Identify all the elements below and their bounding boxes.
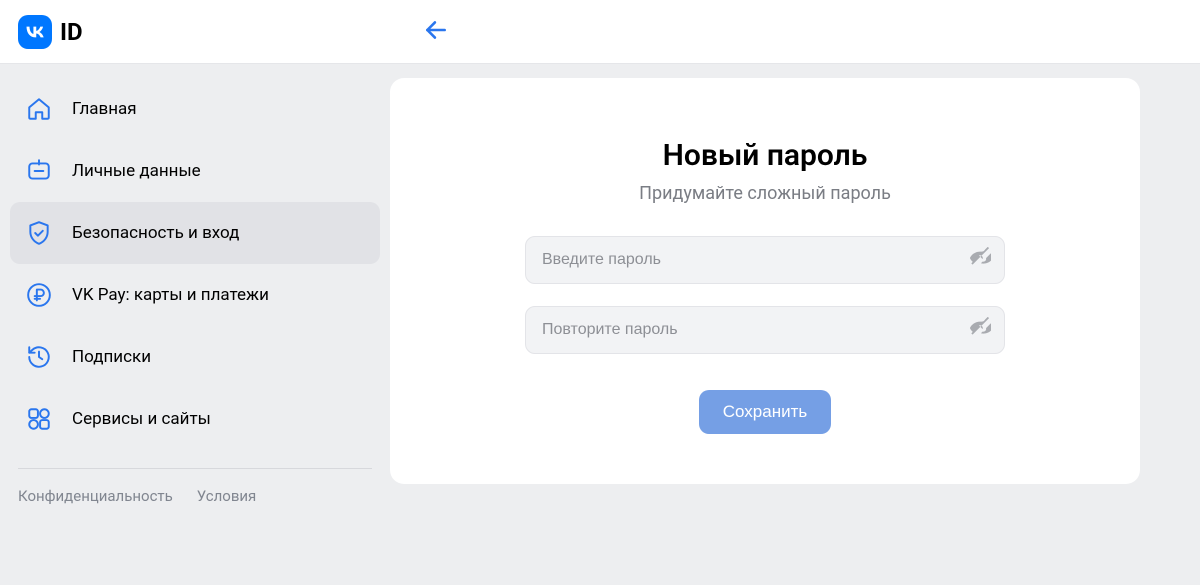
- sidebar-item-label: VK Pay: карты и платежи: [72, 285, 269, 305]
- sidebar-item-security[interactable]: Безопасность и вход: [10, 202, 380, 264]
- home-icon: [26, 96, 52, 122]
- shield-icon: [26, 220, 52, 246]
- card-title: Новый пароль: [663, 138, 868, 173]
- card-subtitle: Придумайте сложный пароль: [639, 183, 891, 204]
- content: Главная Личные данные Безопасность и вхо…: [0, 64, 1200, 585]
- sidebar: Главная Личные данные Безопасность и вхо…: [0, 78, 390, 585]
- save-button[interactable]: Сохранить: [699, 390, 831, 434]
- back-button[interactable]: [423, 17, 449, 47]
- logo-text: ID: [60, 18, 83, 46]
- logo[interactable]: ID: [18, 15, 83, 49]
- main-panel: Новый пароль Придумайте сложный пароль С…: [390, 78, 1200, 585]
- sidebar-item-label: Личные данные: [72, 161, 201, 181]
- id-card-icon: [26, 158, 52, 184]
- sidebar-item-services[interactable]: Сервисы и сайты: [10, 388, 380, 450]
- repeat-password-input[interactable]: [525, 306, 1005, 354]
- sidebar-item-vkpay[interactable]: VK Pay: карты и платежи: [10, 264, 380, 326]
- apps-icon: [26, 406, 52, 432]
- password-input-wrap: [525, 236, 1005, 284]
- eye-off-icon[interactable]: [969, 317, 991, 343]
- privacy-link[interactable]: Конфиденциальность: [18, 487, 173, 505]
- eye-off-icon[interactable]: [969, 247, 991, 273]
- sidebar-item-label: Подписки: [72, 347, 151, 367]
- vk-logo-icon: [18, 15, 52, 49]
- terms-link[interactable]: Условия: [197, 487, 257, 505]
- clock-icon: [26, 344, 52, 370]
- password-input[interactable]: [525, 236, 1005, 284]
- header: ID: [0, 0, 1200, 64]
- sidebar-item-label: Главная: [72, 99, 137, 119]
- sidebar-item-subscriptions[interactable]: Подписки: [10, 326, 380, 388]
- ruble-icon: [26, 282, 52, 308]
- sidebar-item-label: Сервисы и сайты: [72, 409, 211, 429]
- sidebar-item-personal[interactable]: Личные данные: [10, 140, 380, 202]
- password-card: Новый пароль Придумайте сложный пароль С…: [390, 78, 1140, 484]
- sidebar-item-home[interactable]: Главная: [10, 78, 380, 140]
- sidebar-item-label: Безопасность и вход: [72, 223, 239, 243]
- repeat-password-input-wrap: [525, 306, 1005, 354]
- sidebar-footer: Конфиденциальность Условия: [18, 468, 372, 505]
